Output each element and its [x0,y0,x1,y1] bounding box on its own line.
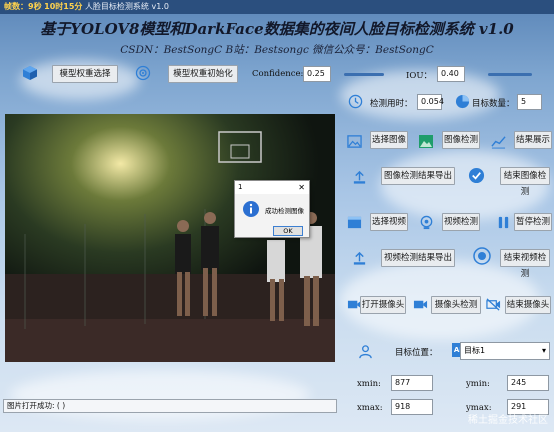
camera-detect-button[interactable]: 摄像头检测 [431,296,481,314]
confidence-spinbox[interactable]: 0.25 [303,66,331,82]
xmin-label: xmin: [357,379,381,389]
target-position-label: 目标位置： [395,348,438,358]
xmax-value: 918 [391,399,433,415]
fps-unit: 秒 [33,2,42,11]
pause-icon [494,213,512,231]
target-select-dropdown[interactable]: 目标1 ▾ [460,342,550,360]
xmax-label: xmax: [357,403,383,413]
video-file-icon [345,213,363,231]
user-location-icon [356,342,374,360]
export-image-result-button[interactable]: 图像检测结果导出 [381,167,455,185]
confidence-label: Confidence: [252,69,304,79]
target-count-value: 5 [517,94,542,110]
xmin-value: 877 [391,375,433,391]
line-chart-icon [489,132,507,150]
end-image-detect-button[interactable]: 结束图像检测 [500,167,550,197]
dialog-title: 1 [238,183,243,191]
pie-chart-icon [453,92,471,110]
detect-image-button[interactable]: 图像检测 [442,131,480,149]
video-camera-icon [411,295,429,313]
target-count-label: 目标数量： [472,99,515,109]
iou-slider[interactable] [488,73,532,76]
dialog-ok-button[interactable]: OK [273,226,303,236]
dialog-title-bar: 1 ✕ [235,181,309,194]
clock-text: 10时15分 [44,2,83,11]
fps-prefix: 帧数： [4,2,28,11]
detect-time-value: 0.054 [417,94,444,110]
dialog-body: 成功检测图像 [235,194,309,224]
cube-icon [21,64,39,82]
upload-icon [350,249,368,267]
detect-time-label: 检测用时： [370,99,413,109]
select-video-button[interactable]: 选择视频 [370,213,408,231]
detect-video-button[interactable]: 视频检测 [442,213,480,231]
image-icon [345,132,363,150]
ymin-value: 245 [507,375,549,391]
info-icon [242,200,260,222]
status-bar: 图片打开成功: ( ) [3,399,337,413]
target-select-value: 目标1 [464,346,486,355]
pause-detect-button[interactable]: 暂停检测 [514,213,552,231]
photo-gallery-icon [417,132,435,150]
iou-label: IOU： [406,71,432,81]
chevron-down-icon: ▾ [541,346,546,355]
init-model-weights-button[interactable]: 模型权重初始化 [168,65,238,83]
image-display [5,114,335,362]
end-camera-button[interactable]: 结束摄像头 [505,296,551,314]
upload-icon [350,168,368,186]
dialog-message: 成功检测图像 [265,207,304,215]
clock-icon [346,92,364,110]
page-subtitle: CSDN：BestSongC B站：Bestsongc 微信公众号：BestSo… [120,44,434,56]
stop-circle-icon [473,247,491,265]
watermark: 稀土掘金技术社区 [468,415,548,426]
open-camera-button[interactable]: 打开摄像头 [360,296,406,314]
window-title-bar: 帧数：9秒 10时15分 人脸目标检测系统 v1.0 [0,0,554,14]
confidence-slider[interactable] [344,73,384,76]
show-result-button[interactable]: 结果展示 [514,131,552,149]
select-image-button[interactable]: 选择图像 [370,131,408,149]
ymin-label: ymin: [466,379,490,389]
iou-spinbox[interactable]: 0.40 [437,66,465,82]
webcam-icon [417,213,435,231]
export-video-result-button[interactable]: 视频检测结果导出 [381,249,455,267]
success-dialog: 1 ✕ 成功检测图像 OK [234,180,310,238]
dialog-close-button[interactable]: ✕ [298,181,305,194]
check-circle-icon [467,166,485,184]
page-title: 基于YOLOV8模型和DarkFace数据集的夜间人脸目标检测系统 v1.0 [40,20,514,38]
end-video-detect-button[interactable]: 结束视频检测 [500,249,550,279]
select-model-weights-button[interactable]: 模型权重选择 [52,65,118,83]
camera-off-icon [484,295,502,313]
target-icon [134,64,152,82]
window-title: 人脸目标检测系统 v1.0 [84,2,169,11]
